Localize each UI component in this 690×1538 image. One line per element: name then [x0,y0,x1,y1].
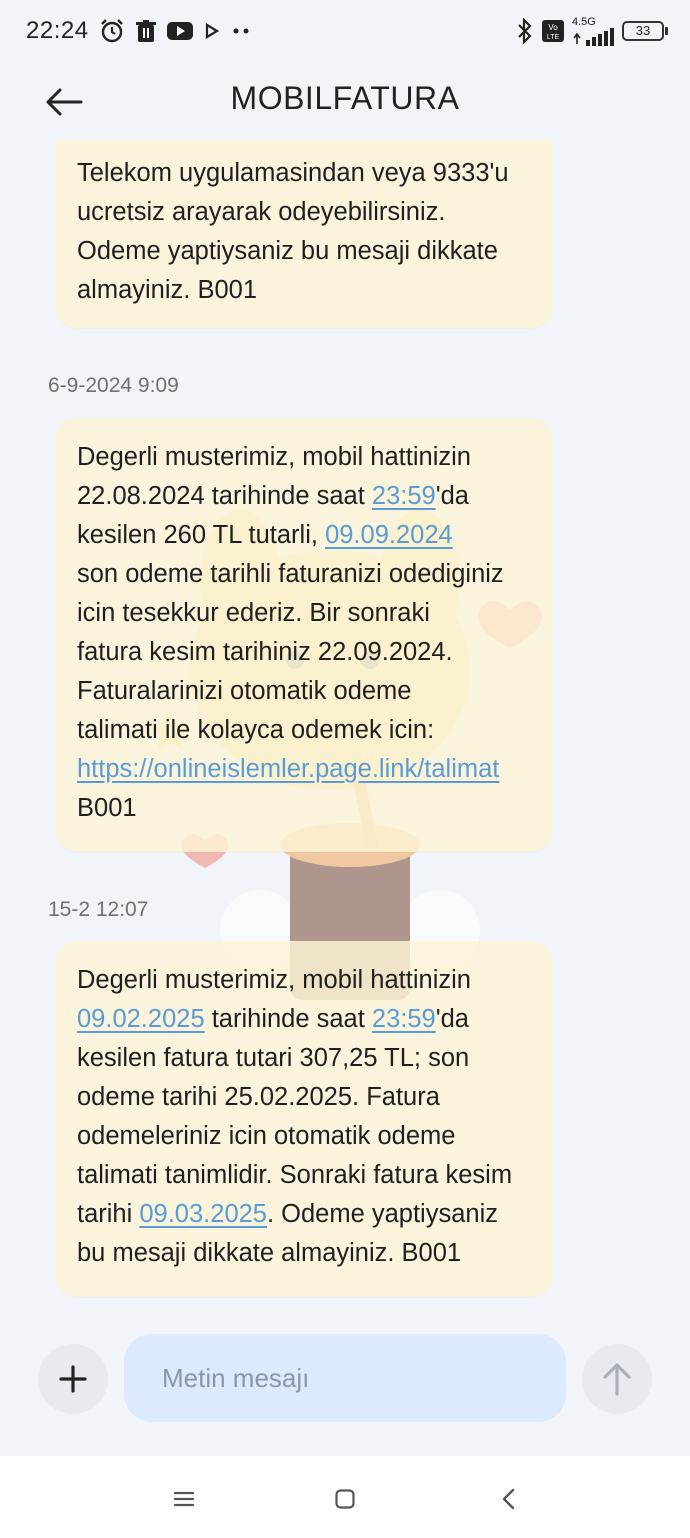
play-icon [203,22,221,40]
message-text: Degerli musterimiz, mobil hattinizin 09.0… [77,961,531,1273]
battery-icon: 33 [622,21,668,41]
message-text-segment: bu mesaji dikkate almayiniz. B001 [77,1239,462,1267]
message-text-segment: 'da [435,482,469,510]
message-link[interactable]: https://onlineislemler.page.link/talimat [77,755,499,783]
message-text-segment: ucretsiz arayarak odeyebilirsiniz. [77,198,446,226]
message-line: tarihi 09.03.2025. Odeme yaptiysaniz [77,1195,531,1234]
message-line: Degerli musterimiz, mobil hattinizin [77,438,531,477]
back-chevron-icon [502,1488,515,1510]
message-line: talimati tanimlidir. Sonraki fatura kesi… [77,1156,531,1195]
compose-bar [0,1332,690,1424]
nav-back-button[interactable] [492,1482,526,1516]
message-line: https://onlineislemler.page.link/talimat [77,750,531,789]
message-text-segment: 22.08.2024 tarihinde saat [77,482,372,510]
message-text-segment: tarihi [77,1200,140,1228]
status-bar-left: 22:24 [26,17,251,45]
message-text-segment: Degerli musterimiz, mobil hattinizin [77,966,471,994]
message-line: Faturalarinizi otomatik odeme [77,672,531,711]
message-link[interactable]: 23:59 [372,1005,436,1033]
status-time: 22:24 [26,17,89,44]
message-text-segment: Degerli musterimiz, mobil hattinizin [77,443,471,471]
svg-text:LTE: LTE [547,34,560,41]
message-text-segment: Faturalarinizi otomatik odeme [77,677,412,705]
message-line: kesilen fatura tutari 307,25 TL; son [77,1039,531,1078]
message-link[interactable]: 09.03.2025 [139,1200,267,1228]
message-text-segment: kesilen fatura tutari 307,25 TL; son [77,1044,470,1072]
message-link[interactable]: 09.09.2024 [325,521,453,549]
message-line: 22.08.2024 tarihinde saat 23:59'da [77,477,531,516]
message-line: Telekom uygulamasindan veya 9333'u [77,154,531,193]
navigation-bar [0,1456,690,1538]
trash-icon [135,19,157,43]
message-timestamp: 15-2 12:07 [48,898,149,921]
message-link[interactable]: 23:59 [372,482,436,510]
message-text-segment: B001 [77,794,137,822]
message-text-segment: talimati tanimlidir. Sonraki fatura kesi… [77,1161,513,1189]
message-line: almayiniz. B001 [77,271,531,310]
volte-icon: Vo LTE [542,20,564,42]
app-header: MOBILFATURA [0,62,690,142]
message-text-segment: almayiniz. B001 [77,276,258,304]
add-attachment-button[interactable] [38,1344,108,1414]
message-bubble[interactable]: Telekom uygulamasindan veya 9333'u ucrets… [55,140,553,328]
message-line: son odeme tarihli faturanizi odediginiz [77,555,531,594]
menu-button[interactable] [167,1482,201,1516]
message-line: fatura kesim tarihiniz 22.09.2024. [77,633,531,672]
conversation-title: MOBILFATURA [230,80,460,116]
message-text-segment: fatura kesim tarihiniz 22.09.2024. [77,638,453,666]
svg-text:Vo: Vo [548,23,558,32]
message-text-segment: talimati ile kolayca odemek icin: [77,716,435,744]
menu-icon [173,1491,195,1507]
message-text-segment: odemeleriniz icin otomatik odeme [77,1122,456,1150]
status-bar: 22:24 Vo LTE 4.5G 33 [0,0,690,62]
message-line: Odeme yaptiysaniz bu mesaji dikkate [77,232,531,271]
alarm-icon [99,18,125,44]
status-bar-right: Vo LTE 4.5G 33 [516,15,668,46]
message-line: bu mesaji dikkate almayiniz. B001 [77,1234,531,1273]
message-line: odeme tarihi 25.02.2025. Fatura [77,1078,531,1117]
message-line: ucretsiz arayarak odeyebilirsiniz. [77,193,531,232]
message-bubble[interactable]: Degerli musterimiz, mobil hattinizin 22.0… [55,418,553,852]
message-line: kesilen 260 TL tutarli, 09.09.2024 [77,516,531,555]
messaging-screen: 22:24 Vo LTE 4.5G 33 MOBILFATURA Telekom… [0,0,690,1538]
arrow-up-icon [603,1363,631,1396]
message-text-segment: son odeme tarihli faturanizi odediginiz [77,560,504,588]
message-text-segment: Telekom uygulamasindan veya 9333'u [77,159,509,187]
message-timestamp: 6-9-2024 9:09 [48,374,179,397]
more-dots-icon [231,27,251,35]
message-link[interactable]: 09.02.2025 [77,1005,205,1033]
message-line: B001 [77,789,531,828]
bluetooth-icon [516,18,534,44]
home-square-icon [335,1489,355,1509]
message-text-segment: . Odeme yaptiysaniz [266,1200,499,1228]
network-type: 4.5G [572,15,596,28]
message-bubble[interactable]: Degerli musterimiz, mobil hattinizin 09.0… [55,941,553,1297]
message-text-segment: 'da [435,1005,469,1033]
message-input[interactable] [124,1334,566,1422]
plus-icon [59,1365,87,1393]
message-line: Degerli musterimiz, mobil hattinizin [77,961,531,1000]
message-text-segment: odeme tarihi 25.02.2025. Fatura [77,1083,440,1111]
message-line: icin tesekkur ederiz. Bir sonraki [77,594,531,633]
message-line: talimati ile kolayca odemek icin: [77,711,531,750]
message-text-segment: icin tesekkur ederiz. Bir sonraki [77,599,430,627]
message-text: Telekom uygulamasindan veya 9333'u ucrets… [77,154,531,310]
message-text: Degerli musterimiz, mobil hattinizin 22.0… [77,438,531,828]
youtube-icon [166,21,193,41]
message-text-segment: Odeme yaptiysaniz bu mesaji dikkate [77,237,498,265]
home-button[interactable] [328,1482,362,1516]
signal-icon: 4.5G [572,15,614,46]
message-text-segment: kesilen 260 TL tutarli, [77,521,326,549]
message-line: 09.02.2025 tarihinde saat 23:59'da [77,1000,531,1039]
message-line: odemeleriniz icin otomatik odeme [77,1117,531,1156]
send-button[interactable] [582,1344,652,1414]
message-text-segment: tarihinde saat [204,1005,372,1033]
